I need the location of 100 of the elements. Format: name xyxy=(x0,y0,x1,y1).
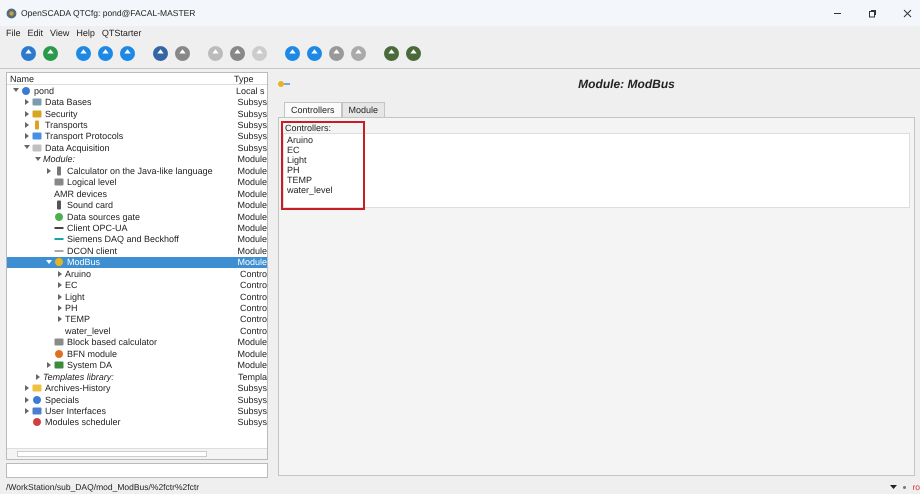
tree-row[interactable]: Siemens DAQ and Beckhoff Module xyxy=(7,234,267,246)
horizontal-scrollbar[interactable] xyxy=(7,448,267,459)
collapse-arrow-icon[interactable] xyxy=(46,260,52,265)
expand-arrow-icon[interactable] xyxy=(58,270,62,277)
type-cell-text: Contro xyxy=(238,326,267,336)
tree-row[interactable]: TEMP Contro xyxy=(7,314,267,326)
tree-item-label: Templates library: xyxy=(43,372,114,382)
tree-row[interactable]: Data Bases Subsys xyxy=(7,96,267,108)
tree-row[interactable]: Logical level Module xyxy=(7,176,267,188)
tree-row[interactable]: Security Subsys xyxy=(7,108,267,120)
tree-row[interactable]: Light Contro xyxy=(7,290,267,302)
tree-row[interactable]: Data sources gate Module xyxy=(7,210,267,222)
menu-item[interactable]: View xyxy=(50,28,70,38)
menu-item[interactable]: QTStarter xyxy=(102,28,142,38)
tree-row[interactable]: User Interfaces Subsys xyxy=(7,405,267,417)
close-icon[interactable] xyxy=(903,8,912,18)
expand-arrow-icon[interactable] xyxy=(58,316,62,322)
column-header[interactable]: Name xyxy=(7,74,232,84)
type-cell-text: Subsys xyxy=(236,383,267,394)
tree-row[interactable]: Module: Module xyxy=(7,154,267,166)
type-cell-text: Subsys xyxy=(236,394,267,405)
window-title: OpenSCADA QTCfg: pond@FACAL-MASTER xyxy=(21,8,196,18)
tree-row[interactable]: Templates library: Templa xyxy=(7,370,267,382)
expand-arrow-icon[interactable] xyxy=(24,110,30,117)
tree-row[interactable]: System DA Module xyxy=(7,360,267,371)
tree-item-label: Siemens DAQ and Beckhoff xyxy=(67,234,179,244)
tree-item-label: Archives-History xyxy=(45,383,111,394)
tree-row[interactable]: BFN module Module xyxy=(7,348,267,360)
type-cell-text: Subsys xyxy=(236,120,267,130)
tree-item-label: water_level xyxy=(65,326,111,336)
tab[interactable]: Module xyxy=(342,102,386,117)
tree-row[interactable]: EC Contro xyxy=(7,279,267,291)
expand-arrow-icon[interactable] xyxy=(36,374,40,380)
tree-row[interactable]: water_level Contro xyxy=(7,325,267,337)
type-cell-text: Subsys xyxy=(236,406,267,416)
expand-arrow-icon[interactable] xyxy=(46,168,52,174)
tree-item-label: Data Bases xyxy=(45,97,92,108)
tree-row[interactable]: Specials Subsys xyxy=(7,394,267,406)
column-header[interactable]: Type xyxy=(232,74,254,84)
menu-item[interactable]: File xyxy=(6,28,21,38)
tree-item-label: DCON client xyxy=(67,246,118,256)
list-item[interactable]: Aruino xyxy=(287,135,906,145)
tree-item-label: AMR devices xyxy=(54,188,108,199)
collapse-arrow-icon[interactable] xyxy=(24,145,30,150)
tree-item-label: Specials xyxy=(45,394,80,405)
tree-item-label: Sound card xyxy=(67,200,114,210)
tree-item-label: Aruino xyxy=(65,268,92,279)
tree-row[interactable]: Archives-History Subsys xyxy=(7,382,267,394)
tree-row[interactable]: Transport Protocols Subsys xyxy=(7,130,267,142)
expand-arrow-icon[interactable] xyxy=(46,362,52,368)
restore-icon[interactable] xyxy=(868,8,877,18)
expand-arrow-icon[interactable] xyxy=(24,133,30,140)
tree-item-label: System DA xyxy=(67,360,112,370)
expand-arrow-icon[interactable] xyxy=(58,305,62,312)
expand-arrow-icon[interactable] xyxy=(24,385,30,392)
menu-item[interactable]: Help xyxy=(76,28,95,38)
collapse-arrow-icon[interactable] xyxy=(13,88,19,94)
type-cell-text: Module xyxy=(236,177,267,188)
tree-row[interactable]: Client OPC-UA Module xyxy=(7,222,267,234)
tree-item-label: Transports xyxy=(45,120,88,130)
list-item[interactable]: Light xyxy=(287,155,906,165)
collapse-arrow-icon[interactable] xyxy=(35,156,41,162)
tree-item-label: EC xyxy=(65,280,78,290)
expand-arrow-icon[interactable] xyxy=(58,294,62,300)
type-cell-text: Module xyxy=(236,212,267,222)
expand-arrow-icon[interactable] xyxy=(24,408,30,414)
tree-row[interactable]: Data Acquisition Subsys xyxy=(7,142,267,154)
tree-item-label: pond xyxy=(34,86,54,96)
tree-row[interactable]: Block based calculator Module xyxy=(7,336,267,348)
tree-row[interactable]: pond Local s xyxy=(7,85,267,96)
tree-row[interactable]: PH Contro xyxy=(7,302,267,314)
tree-row[interactable]: Transports Subsys xyxy=(7,119,267,131)
type-cell-text: Local s xyxy=(235,86,265,96)
type-cell-text: Contro xyxy=(238,280,267,290)
tree-item-label: Block based calculator xyxy=(67,337,158,348)
tree-row[interactable]: AMR devices Module xyxy=(7,188,267,200)
expand-arrow-icon[interactable] xyxy=(58,282,62,288)
tree-row[interactable]: Aruino Contro xyxy=(7,268,267,280)
tree-row[interactable]: Calculator on the Java-like language Module xyxy=(7,165,267,176)
menu-item[interactable]: Edit xyxy=(28,28,44,38)
tree-row[interactable]: Sound card Module xyxy=(7,199,267,211)
list-item[interactable]: TEMP xyxy=(287,175,906,185)
tree-item-label: Light xyxy=(65,292,85,302)
command-field[interactable] xyxy=(6,463,268,478)
list-item[interactable]: PH xyxy=(287,165,906,175)
tab[interactable]: Controllers xyxy=(284,102,342,117)
tree-item-label: Calculator on the Java-like language xyxy=(67,166,213,176)
page-title: Module: ModBus xyxy=(577,77,676,91)
expand-arrow-icon[interactable] xyxy=(24,99,30,106)
tree-row[interactable]: DCON client Module xyxy=(7,245,267,257)
expand-arrow-icon[interactable] xyxy=(24,122,30,128)
list-label: Controllers: xyxy=(285,123,332,133)
list-item[interactable]: water_level xyxy=(287,185,906,195)
tree-row[interactable]: Modules scheduler Subsys xyxy=(7,416,267,428)
type-cell-text: Module xyxy=(236,200,267,210)
expand-arrow-icon[interactable] xyxy=(24,396,30,403)
tree-item-label: Data Acquisition xyxy=(45,142,110,153)
type-cell-text: Templa xyxy=(236,372,267,382)
type-cell-text: Contro xyxy=(238,292,267,302)
list-item[interactable]: EC xyxy=(287,145,906,155)
